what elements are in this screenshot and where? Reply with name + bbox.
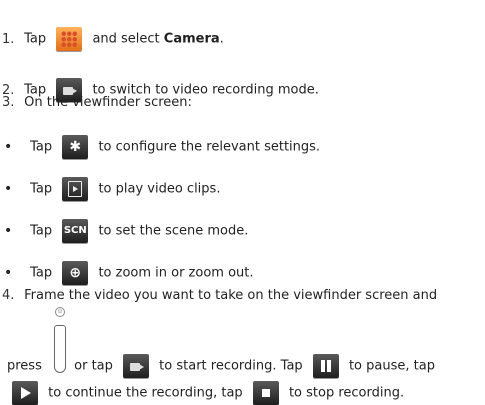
- bullet-scene: • Tap SCN to set the scene mode.: [0, 219, 248, 243]
- stop-icon[interactable]: [252, 381, 279, 405]
- bullet-text: to set the scene mode.: [98, 223, 249, 239]
- bullet-dot: •: [4, 180, 13, 197]
- step-4-line-2: press or tap to start recording. Tap to …: [7, 354, 435, 378]
- step-text: and select: [92, 31, 160, 47]
- bullet-zoom: • Tap ⊕ to zoom in or zoom out.: [0, 261, 254, 285]
- bullet-dot: •: [4, 222, 13, 239]
- step-3: 3. On the viewfinder screen:: [0, 95, 192, 111]
- step-text: to stop recording.: [288, 385, 405, 401]
- bullet-dot: •: [4, 264, 13, 281]
- step-text: to pause, tap: [348, 358, 435, 374]
- step-text: Tap: [24, 31, 47, 47]
- step-text: press: [7, 358, 42, 374]
- zoom-icon[interactable]: ⊕: [62, 261, 89, 285]
- step-text: to continue the recording, tap: [48, 385, 243, 401]
- bullet-text: to configure the relevant settings.: [98, 139, 321, 155]
- step-number: 3.: [2, 95, 15, 110]
- step-number: 4.: [2, 288, 15, 303]
- step-number: 1.: [2, 31, 15, 47]
- step-4: 4. Frame the video you want to take on t…: [0, 288, 437, 304]
- step-1: 1. Tap and select Camera.: [0, 27, 224, 51]
- step-text: .: [219, 31, 224, 47]
- bullet-text: Tap: [30, 139, 53, 155]
- bullet-text: to zoom in or zoom out.: [98, 265, 254, 281]
- bullet-text: to play video clips.: [98, 181, 221, 197]
- bullet-settings: • Tap ✱ to configure the relevant settin…: [0, 135, 320, 159]
- play-icon[interactable]: [12, 381, 38, 405]
- scn-icon-label: SCN: [63, 225, 87, 236]
- pause-icon[interactable]: [312, 354, 339, 378]
- bullet-text: Tap: [30, 223, 53, 239]
- step-text: Frame the video you want to take on the …: [24, 288, 438, 303]
- play-clips-icon[interactable]: [62, 177, 89, 201]
- step-4-line-3: to continue the recording, tap to stop r…: [6, 381, 404, 405]
- bullet-play: • Tap to play video clips.: [0, 177, 220, 201]
- shutter-dot-icon: ⊙: [55, 307, 65, 317]
- record-icon[interactable]: [123, 354, 150, 378]
- apps-grid-icon[interactable]: [56, 27, 83, 51]
- camera-label: Camera: [163, 31, 220, 47]
- step-text: to start recording. Tap: [159, 358, 303, 374]
- step-text: or tap: [74, 358, 113, 374]
- step-text: On the viewfinder screen:: [24, 95, 192, 110]
- bullet-text: Tap: [30, 181, 53, 197]
- settings-gear-icon[interactable]: ✱: [62, 135, 89, 159]
- bullet-text: Tap: [30, 265, 53, 281]
- scn-icon[interactable]: SCN: [62, 219, 89, 243]
- bullet-dot: •: [4, 138, 13, 155]
